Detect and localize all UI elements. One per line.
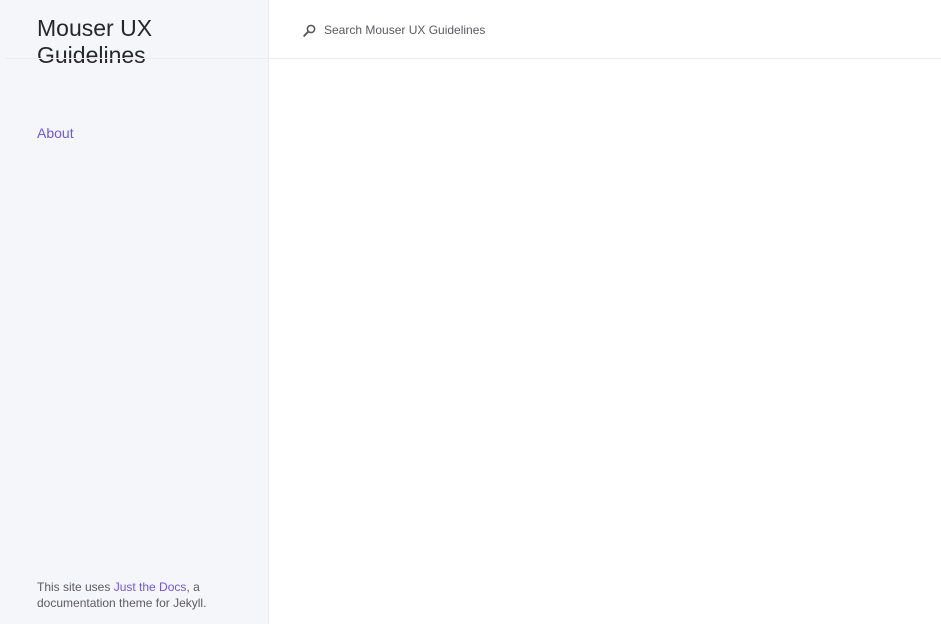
sidebar-nav: About	[37, 124, 74, 143]
search-bar	[270, 0, 941, 58]
site-header: Mouser UX Guidelines	[0, 0, 269, 68]
search-input[interactable]	[324, 20, 824, 40]
sidebar-item-about[interactable]: About	[37, 125, 74, 141]
main-content	[270, 59, 941, 624]
app-window: Mouser UX Guidelines About This site use…	[0, 0, 941, 624]
sidebar: Mouser UX Guidelines About This site use…	[0, 0, 269, 624]
sidebar-footer: This site uses Just the Docs, a document…	[37, 579, 257, 611]
nav-list-item: About	[37, 124, 74, 143]
search-icon	[303, 24, 316, 37]
site-title-link[interactable]: Mouser UX Guidelines	[37, 15, 237, 69]
footer-prefix-text: This site uses	[37, 580, 114, 594]
just-the-docs-link[interactable]: Just the Docs	[114, 580, 187, 594]
